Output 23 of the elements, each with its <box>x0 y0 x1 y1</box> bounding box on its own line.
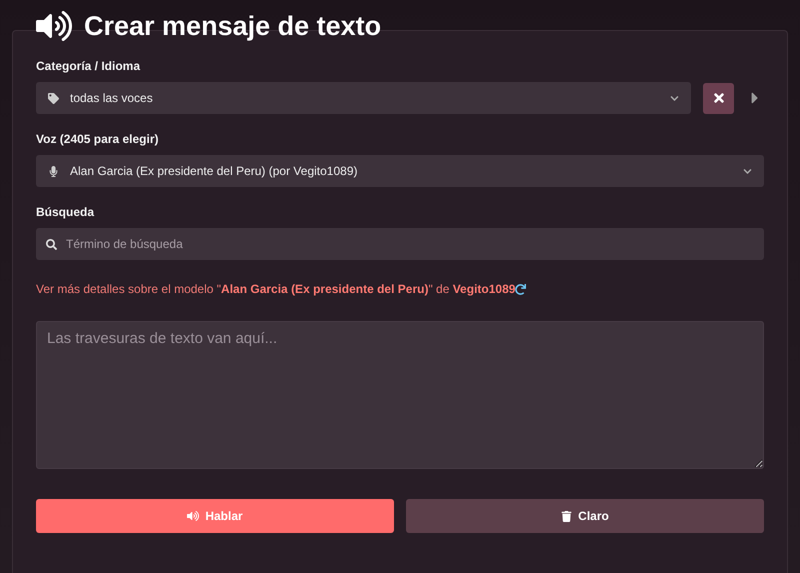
close-icon <box>712 91 726 105</box>
search-icon <box>46 239 57 250</box>
field-label: Búsqueda <box>36 205 96 219</box>
tag-icon <box>48 92 59 104</box>
page-title-text: Crear mensaje de texto <box>84 10 382 42</box>
speaker-icon <box>36 8 72 44</box>
microphone-icon <box>48 166 59 176</box>
refresh-icon[interactable] <box>515 284 526 294</box>
clear-category-button[interactable] <box>703 82 734 114</box>
chevron-down-icon <box>743 166 752 176</box>
model-details-text: Ver más detalles sobre el modelo "Alan Garcia (Ex presidente del Peru)" de Vegito1089 <box>36 282 764 296</box>
field-label: Categoría / Idioma <box>36 59 142 73</box>
chevron-down-icon <box>670 94 679 102</box>
trash-icon <box>561 510 572 522</box>
clear-button[interactable]: Claro <box>406 499 764 533</box>
speaker-icon <box>187 510 200 522</box>
field-label: Voz (2405 para elegir) <box>36 132 160 146</box>
voice-select[interactable]: Alan Garcia (Ex presidente del Peru) (por Vegito1089) <box>36 155 764 187</box>
message-input[interactable]: Las travesuras de texto van aquí... <box>36 321 764 469</box>
search-field[interactable]: Término de búsqueda <box>36 228 764 260</box>
model-link[interactable]: Alan Garcia (Ex presidente del Peru) <box>221 282 428 296</box>
category-select[interactable]: todas las voces <box>36 82 691 114</box>
author-link[interactable]: Vegito1089 <box>452 282 516 296</box>
